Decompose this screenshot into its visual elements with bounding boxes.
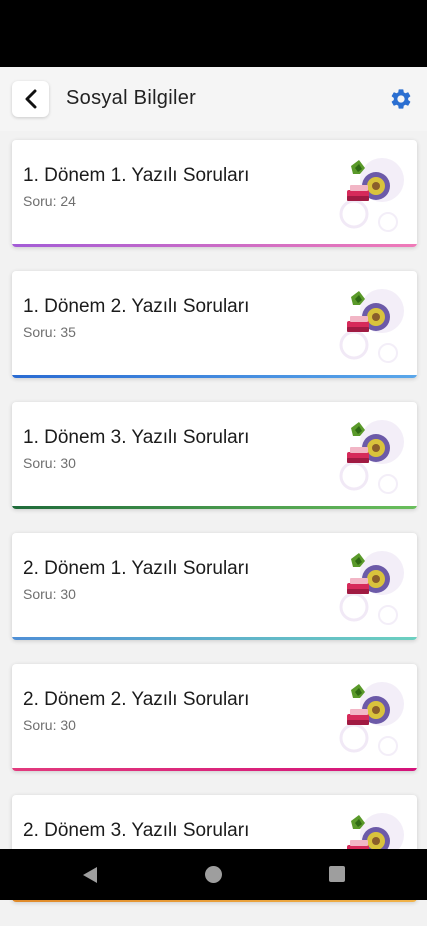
social-studies-icon: [334, 545, 406, 627]
exam-card[interactable]: 1. Dönem 2. Yazılı Soruları Soru: 35: [12, 271, 417, 378]
question-count-label: Soru:: [23, 193, 57, 209]
triangle-back-icon[interactable]: [82, 866, 98, 884]
question-count-value: 30: [60, 717, 76, 733]
question-count-value: 35: [60, 324, 76, 340]
status-bar: [0, 0, 427, 67]
question-count: Soru: 24: [23, 193, 76, 209]
exam-card[interactable]: 1. Dönem 3. Yazılı Soruları Soru: 30: [12, 402, 417, 509]
question-count: Soru: 30: [23, 586, 76, 602]
card-accent-line: [12, 375, 417, 378]
gear-icon: [391, 89, 411, 109]
circle-home-icon[interactable]: [205, 866, 222, 883]
question-count: Soru: 30: [23, 717, 76, 733]
exam-title: 1. Dönem 1. Yazılı Soruları: [23, 165, 250, 186]
exam-list: 1. Dönem 1. Yazılı Soruları Soru: 24 1. …: [12, 140, 417, 926]
chevron-left-icon: [25, 89, 36, 109]
card-accent-line: [12, 506, 417, 509]
page-title: Sosyal Bilgiler: [66, 87, 197, 109]
exam-card[interactable]: 2. Dönem 2. Yazılı Soruları Soru: 30: [12, 664, 417, 771]
question-count-value: 24: [60, 193, 76, 209]
question-count-value: 30: [60, 455, 76, 471]
social-studies-icon: [334, 676, 406, 758]
social-studies-icon: [334, 414, 406, 496]
settings-button[interactable]: [389, 87, 413, 111]
question-count-label: Soru:: [23, 586, 57, 602]
card-accent-line: [12, 244, 417, 247]
exam-title: 1. Dönem 2. Yazılı Soruları: [23, 296, 250, 317]
question-count-value: 30: [60, 586, 76, 602]
app-bar: Sosyal Bilgiler: [0, 67, 427, 131]
back-button[interactable]: [12, 81, 49, 117]
system-nav-bar: [0, 849, 427, 900]
social-studies-icon: [334, 283, 406, 365]
square-recent-icon[interactable]: [329, 866, 345, 882]
question-count: Soru: 35: [23, 324, 76, 340]
question-count-label: Soru:: [23, 717, 57, 733]
exam-title: 2. Dönem 1. Yazılı Soruları: [23, 558, 250, 579]
exam-card[interactable]: 2. Dönem 1. Yazılı Soruları Soru: 30: [12, 533, 417, 640]
exam-title: 2. Dönem 2. Yazılı Soruları: [23, 689, 250, 710]
exam-card[interactable]: 1. Dönem 1. Yazılı Soruları Soru: 24: [12, 140, 417, 247]
question-count-label: Soru:: [23, 455, 57, 471]
card-accent-line: [12, 637, 417, 640]
exam-title: 2. Dönem 3. Yazılı Soruları: [23, 820, 250, 841]
question-count-label: Soru:: [23, 324, 57, 340]
exam-title: 1. Dönem 3. Yazılı Soruları: [23, 427, 250, 448]
card-accent-line: [12, 768, 417, 771]
social-studies-icon: [334, 152, 406, 234]
question-count: Soru: 30: [23, 455, 76, 471]
